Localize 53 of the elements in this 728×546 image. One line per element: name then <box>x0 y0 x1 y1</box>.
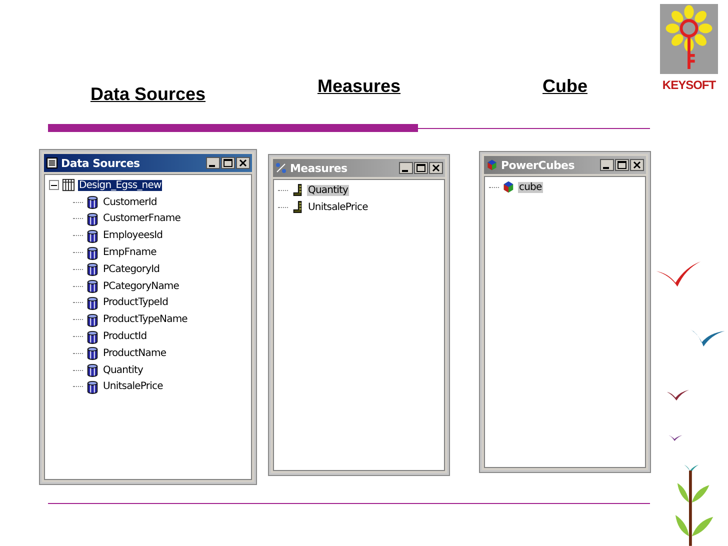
cylinder-icon <box>86 195 99 210</box>
tree-item[interactable]: EmployeesId <box>102 230 164 242</box>
tree-item[interactable]: ProductName <box>102 348 168 359</box>
tree-item[interactable]: PCategoryId <box>102 264 161 275</box>
maximize-button[interactable] <box>221 157 235 169</box>
window-title: Measures <box>290 162 348 174</box>
maximize-button[interactable] <box>615 159 629 171</box>
cylinder-icon <box>86 312 99 327</box>
cylinder-icon <box>86 346 99 360</box>
close-button[interactable] <box>429 162 443 174</box>
collapse-toggle[interactable] <box>49 180 59 190</box>
ruler-icon <box>291 183 304 198</box>
window-icon <box>275 162 287 174</box>
tree-item[interactable]: CustomerFname <box>102 213 182 224</box>
cube-icon <box>486 159 498 171</box>
cube-icon <box>502 180 515 194</box>
minimize-button[interactable] <box>399 162 413 174</box>
tree-item[interactable]: cube <box>518 182 543 193</box>
cylinder-icon <box>86 212 99 226</box>
cylinder-icon <box>86 228 99 243</box>
tree-item[interactable]: ProductTypeName <box>102 314 188 326</box>
logo-text: KEYSOFT <box>662 78 716 92</box>
cylinder-icon <box>86 380 99 394</box>
tree-item[interactable]: EmpFname <box>102 247 158 258</box>
cylinder-icon <box>86 363 99 378</box>
window-icon <box>46 157 58 169</box>
close-button[interactable] <box>630 159 644 171</box>
tree-item[interactable]: Design_Egss_new <box>78 180 162 191</box>
flower-key-icon <box>660 4 718 74</box>
tree-item[interactable]: UnitsalePrice <box>307 202 369 213</box>
window-title: PowerCubes <box>501 158 574 172</box>
tree-item[interactable]: Quantity <box>307 184 350 196</box>
tree-item[interactable]: CustomerId <box>102 196 158 208</box>
cylinder-icon <box>86 330 99 344</box>
ruler-icon <box>291 200 304 214</box>
cylinder-icon <box>86 262 99 276</box>
cylinder-icon <box>86 246 99 260</box>
cylinder-icon <box>86 279 99 294</box>
slide-heading: Measures <box>317 76 401 98</box>
maximize-button[interactable] <box>414 162 428 174</box>
close-button[interactable] <box>236 157 250 169</box>
grid-icon <box>62 178 75 192</box>
window-title: Data Sources <box>61 156 140 170</box>
tree-item[interactable]: PCategoryName <box>102 280 180 292</box>
tree-item[interactable]: Quantity <box>102 364 144 376</box>
cylinder-icon <box>86 296 99 310</box>
minimize-button[interactable] <box>600 159 614 171</box>
minimize-button[interactable] <box>206 157 220 169</box>
tree-item[interactable]: ProductId <box>102 331 148 342</box>
slide-heading: Cube <box>542 76 588 98</box>
tree-item[interactable]: UnitsalePrice <box>102 381 164 392</box>
tree-item[interactable]: ProductTypeId <box>102 297 170 308</box>
slide-heading: Data Sources <box>90 84 206 106</box>
